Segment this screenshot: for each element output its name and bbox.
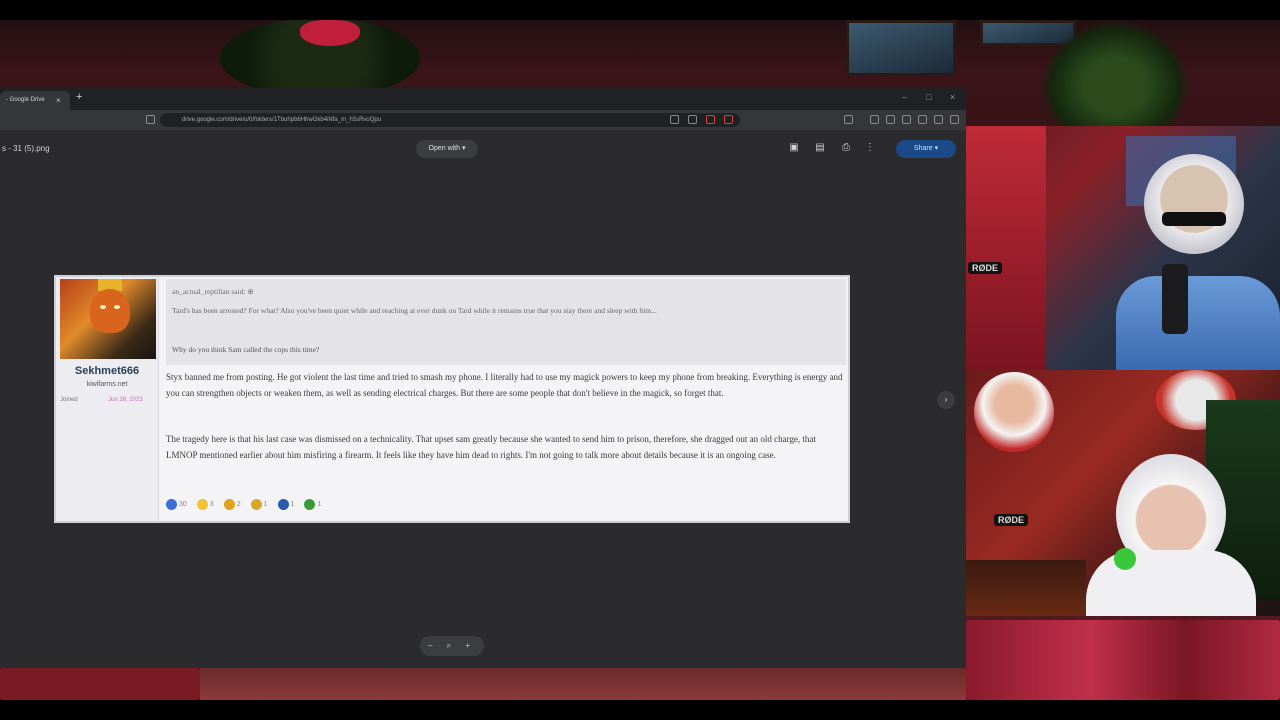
share-page-icon[interactable] (688, 115, 697, 124)
menu-icon[interactable] (950, 115, 959, 124)
tab-search-icon[interactable] (146, 115, 155, 124)
file-viewer-toolbar: s - 31 (5).png Open with ▾ ▣ ▤ ⎙ ⋮ Share… (0, 130, 966, 166)
new-tab-button[interactable]: + (76, 91, 82, 103)
post-username: Sekhmet666 (74, 365, 140, 377)
address-row: drive.google.com/drive/u/0/folders/1Tbuh… (0, 110, 966, 130)
downloads-icon[interactable] (918, 115, 927, 124)
tab-bar: - Google Drive × + – □ × (0, 88, 966, 110)
reactions-bar: 30 3 2 1 1 1 (166, 497, 321, 511)
profile-icon[interactable] (934, 115, 943, 124)
christmas-tree (1040, 20, 1190, 130)
floor-decor (200, 668, 966, 700)
laugh-reaction-icon (196, 498, 208, 510)
thinking-reaction-icon (223, 498, 235, 510)
chevron-down-icon: ▾ (934, 145, 939, 152)
zoom-controls[interactable]: – ⌕ + (420, 636, 484, 656)
fireplace (966, 560, 1086, 616)
extension-icon[interactable] (706, 115, 715, 124)
forum-post-image: Sekhmet666 kiwifarms.net Joined Jun 26, … (54, 275, 850, 523)
quote-block: an_actual_reptilian said: ⊕ Tard's has b… (166, 279, 846, 365)
reaction-item: 1 (277, 497, 295, 511)
informative-reaction-icon (277, 498, 289, 510)
streamer-1-head (1144, 154, 1244, 254)
reaction-item: 2 (223, 497, 241, 511)
reaction-count: 30 (179, 500, 187, 508)
address-bar[interactable]: drive.google.com/drive/u/0/folders/1Tbuh… (160, 113, 740, 127)
letterbox-top (0, 0, 1280, 20)
browser-tab[interactable]: - Google Drive × (0, 91, 70, 110)
post-user-site: kiwifarms.net (86, 381, 128, 388)
share-button[interactable]: Share ▾ (896, 140, 956, 158)
avatar-eye-right (114, 305, 120, 309)
sunglasses (1162, 212, 1226, 226)
avatar-eye-left (100, 305, 106, 309)
santa-figure (974, 372, 1054, 452)
reaction-item: 1 (304, 497, 321, 511)
reaction-count: 1 (290, 500, 295, 508)
mic-brand-tag: RØDE (968, 262, 1003, 274)
reaction-item: 1 (250, 497, 268, 511)
file-name: s - 31 (5).png (2, 144, 50, 153)
share-label: Share (913, 145, 933, 152)
maximize-button[interactable]: □ (926, 92, 931, 102)
reaction-count: 2 (236, 500, 241, 508)
bookmark-icon[interactable] (724, 115, 733, 124)
next-file-button[interactable]: › (937, 391, 955, 409)
extensions-icon[interactable] (886, 115, 895, 124)
reader-mode-icon[interactable] (844, 115, 853, 124)
mic-brand-tag: RØDE (994, 514, 1029, 526)
minimize-button[interactable]: – (902, 92, 907, 102)
like-reaction-icon (166, 498, 177, 510)
close-window-button[interactable]: × (950, 92, 955, 102)
install-app-icon[interactable] (670, 115, 679, 124)
avatar-head (90, 289, 130, 333)
microphone (1162, 264, 1188, 334)
print-icon[interactable]: ⎙ (840, 142, 852, 154)
quote-text: Tard's has been arrested? For what? Also… (172, 306, 657, 315)
webcam-streamer-2: RØDE (966, 370, 1280, 616)
open-with-label: Open with (428, 145, 461, 152)
post-paragraph-1: Styx banned me from posting. He got viol… (166, 372, 843, 398)
tab-title: - Google Drive (6, 97, 45, 103)
webcam-streamer-1: RØDE (966, 126, 1280, 370)
quote-question: Why do you think Sam called the cops thi… (172, 345, 320, 354)
media-icon[interactable] (870, 115, 879, 124)
streamer-1-body (1116, 276, 1280, 370)
bow-decoration (300, 20, 360, 46)
joined-label: Joined (60, 397, 78, 403)
quote-author: an_actual_reptilian said: ⊕ (172, 287, 254, 296)
avatar (60, 279, 156, 359)
window-pane-1 (846, 20, 956, 76)
more-options-icon[interactable]: ⋮ (864, 142, 876, 154)
streamer-2-body (1086, 550, 1256, 616)
gift-boxes-right (966, 620, 1280, 700)
open-with-button[interactable]: Open with ▾ (416, 140, 478, 158)
user-panel: Sekhmet666 kiwifarms.net Joined Jun 26, … (56, 277, 159, 521)
post-paragraph-2: The tragedy here is that his last case w… (166, 434, 816, 460)
reaction-count: 1 (263, 500, 268, 508)
tab-close-icon[interactable]: × (56, 91, 61, 110)
comment-icon[interactable]: ▤ (814, 142, 826, 154)
popcorn-reaction-icon (250, 498, 262, 510)
reaction-item: 30 (166, 497, 187, 511)
reaction-item: 3 (196, 497, 214, 511)
letterbox-bottom (0, 700, 1280, 720)
gift-box-left (0, 668, 200, 700)
reaction-count: 1 (317, 500, 322, 508)
microphone-foam (1114, 548, 1136, 570)
red-shelf-backdrop (966, 126, 1046, 370)
reaction-count: 3 (209, 500, 214, 508)
sidebar-icon[interactable] (902, 115, 911, 124)
joined-date: Jun 26, 2023 (108, 397, 143, 403)
chevron-down-icon: ▾ (461, 145, 466, 152)
add-to-drive-icon[interactable]: ▣ (788, 142, 800, 154)
winner-reaction-icon (304, 498, 316, 510)
